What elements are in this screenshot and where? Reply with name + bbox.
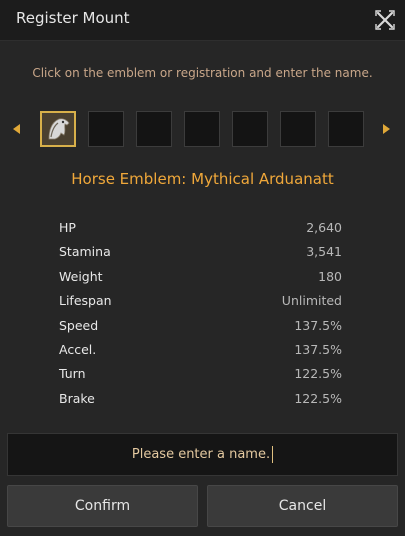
triangle-left-icon — [13, 124, 20, 134]
stat-label: Turn — [59, 366, 86, 382]
stat-value: 3,541 — [306, 244, 342, 260]
title-bar: Register Mount — [0, 0, 405, 41]
stat-row: HP 2,640 — [59, 220, 342, 240]
stat-label: Speed — [59, 317, 99, 333]
stat-row: Accel. 137.5% — [59, 342, 342, 362]
text-caret — [272, 446, 274, 463]
stat-row: Brake 122.5% — [59, 391, 342, 411]
stat-value: Unlimited — [281, 293, 342, 309]
close-x-icon — [375, 10, 395, 30]
horse-emblem-icon — [42, 113, 74, 145]
close-button[interactable] — [374, 9, 396, 31]
stat-value: 122.5% — [294, 366, 342, 382]
triangle-right-icon — [383, 124, 390, 134]
stat-value: 180 — [318, 268, 342, 284]
stat-row: Speed 137.5% — [59, 318, 342, 338]
next-arrow-button[interactable] — [380, 121, 392, 135]
stat-row: Stamina 3,541 — [59, 244, 342, 264]
stat-value: 137.5% — [294, 317, 342, 333]
stat-value: 2,640 — [306, 220, 342, 235]
prev-arrow-button[interactable] — [11, 121, 23, 135]
emblem-slot[interactable] — [40, 111, 76, 147]
emblem-name: Horse Emblem: Mythical Arduanatt — [71, 170, 334, 188]
stat-label: Lifespan — [59, 293, 112, 309]
stat-label: HP — [59, 220, 76, 235]
instruction-text: Click on the emblem or registration and … — [32, 66, 373, 80]
stat-label: Weight — [59, 268, 103, 284]
cancel-button[interactable]: Cancel — [207, 485, 398, 527]
stat-label: Accel. — [59, 342, 97, 357]
name-input-placeholder: Please enter a name. — [131, 447, 271, 462]
stat-label: Stamina — [59, 244, 111, 260]
emblem-slot[interactable] — [280, 111, 316, 147]
stat-value: 122.5% — [294, 390, 342, 406]
emblem-slot[interactable] — [136, 111, 172, 147]
confirm-button[interactable]: Confirm — [7, 485, 198, 527]
stat-value: 137.5% — [294, 342, 342, 357]
emblem-slot[interactable] — [232, 111, 268, 147]
window-title: Register Mount — [16, 9, 130, 27]
name-input[interactable]: Please enter a name. — [7, 433, 398, 476]
stat-label: Brake — [59, 390, 95, 406]
emblem-slot[interactable] — [328, 111, 364, 147]
stat-row: Turn 122.5% — [59, 366, 342, 386]
emblem-slot[interactable] — [88, 111, 124, 147]
emblem-slot[interactable] — [184, 111, 220, 147]
stat-row: Lifespan Unlimited — [59, 293, 342, 313]
stat-row: Weight 180 — [59, 269, 342, 289]
